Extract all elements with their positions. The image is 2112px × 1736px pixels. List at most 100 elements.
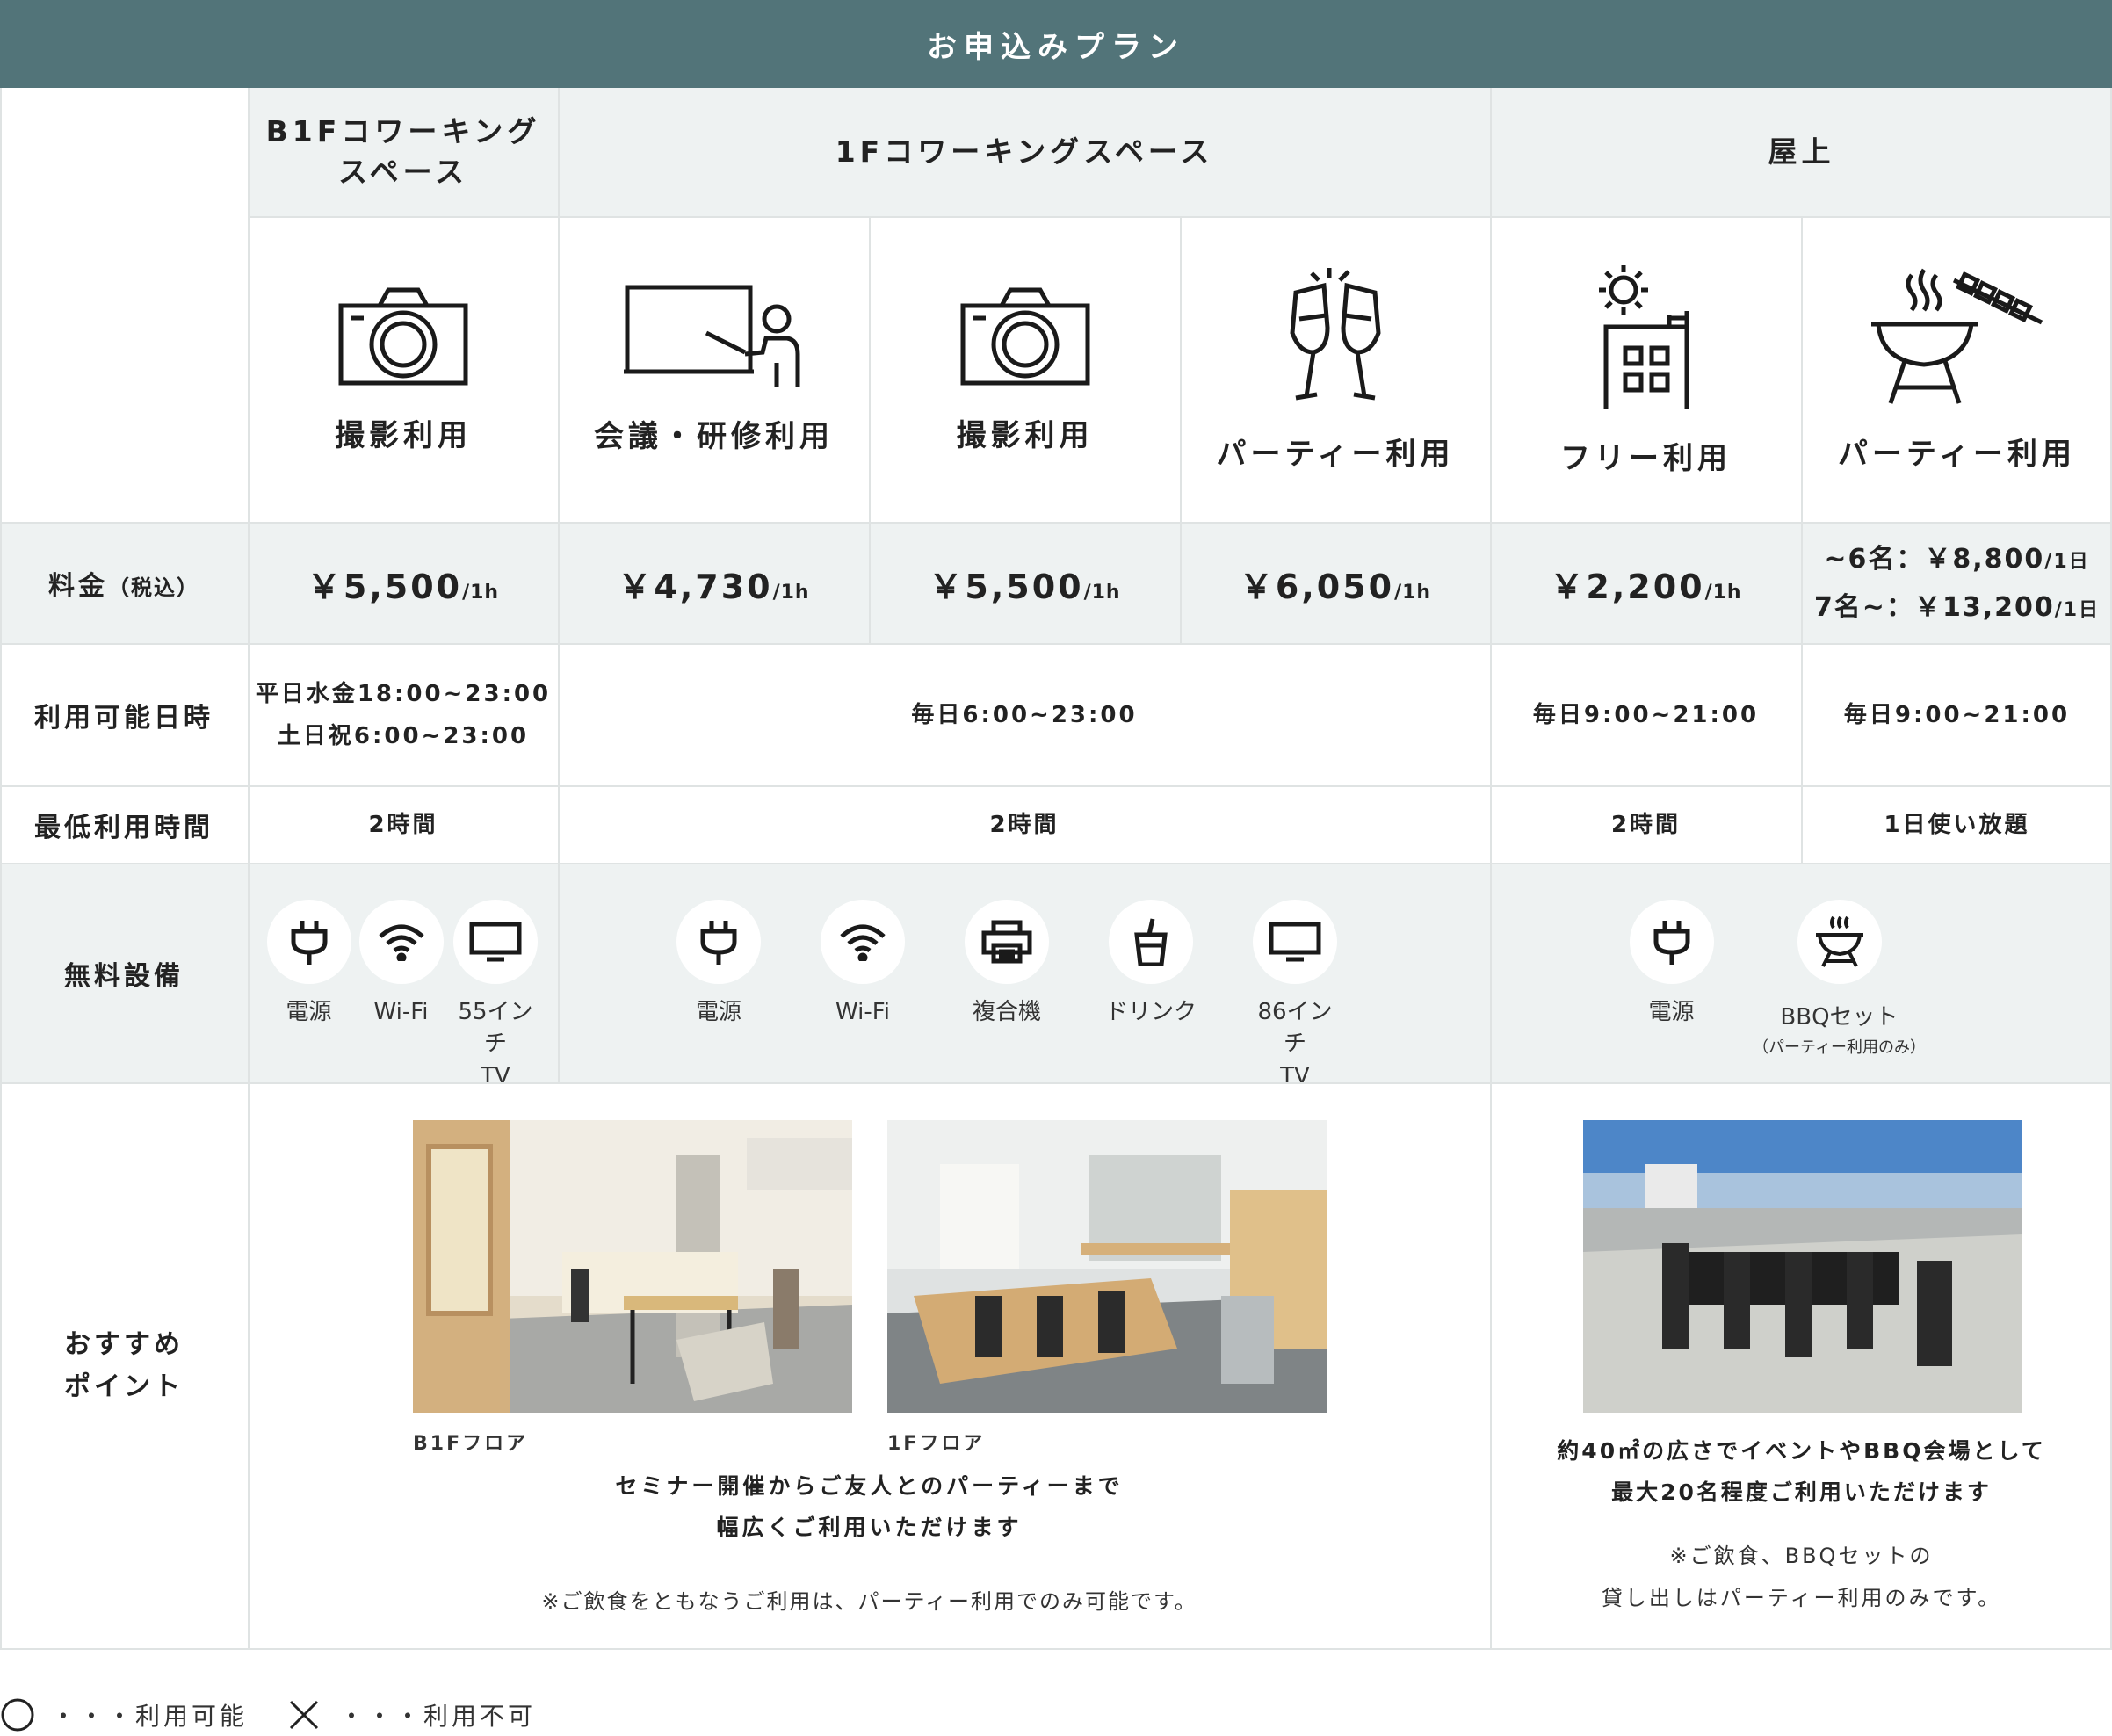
minimum-text: 2時間 — [1610, 811, 1682, 838]
equipment-label: 電源 — [1648, 999, 1695, 1025]
price-unit: /1h — [462, 581, 500, 604]
available-roof-free: 毎日9:00~21:00 — [1491, 645, 1801, 785]
tv-icon — [1269, 922, 1321, 962]
wifi-icon — [378, 924, 424, 961]
grid-line — [1180, 217, 1182, 643]
price-cell: ￥6,050/1h — [1181, 524, 1490, 643]
legend-available-text: ・・・利用可能 — [51, 1702, 249, 1731]
equipment-label: ドリンク — [1104, 999, 1197, 1025]
cross-icon — [289, 1700, 319, 1730]
equipment-label: 55インチ TV — [458, 999, 533, 1089]
area-header-b1f: B1Fコワーキング スペース — [249, 88, 558, 216]
equipment-label: 電源 — [695, 999, 741, 1025]
1f-floor-photo — [887, 1120, 1327, 1413]
roof-point-text-wrap: 約40㎡の広さでイベントやBBQ会場として 最大20名程度ご利用いただけます — [1491, 1438, 2112, 1506]
power-plug-icon — [1653, 921, 1689, 965]
legend-unavailable-text: ・・・利用不可 — [339, 1702, 537, 1731]
grid-line — [0, 643, 2112, 645]
plan-b1f-shoot: 撮影利用 — [249, 217, 558, 522]
plan-usage: パーティー利用 — [1838, 437, 2076, 472]
plan-roof-party: パーティー利用 — [1802, 217, 2112, 522]
available-1f: 毎日6:00~23:00 — [559, 645, 1490, 785]
row-label-available: 利用可能日時 — [0, 645, 248, 785]
price-value: ￥4,730 — [618, 567, 773, 606]
price-value: ￥5,500 — [307, 567, 463, 606]
equipment-item: 55インチ TV — [447, 900, 544, 1092]
price-tier-1: ~6名：￥8,800 — [1824, 543, 2045, 575]
price-value: ￥6,050 — [1239, 567, 1395, 606]
equipment-item: 電源 — [1624, 900, 1720, 1028]
minimum-roof-free: 2時間 — [1491, 787, 1801, 863]
equipment-b1f: 電源 Wi-Fi 55インチ TV — [249, 864, 558, 1089]
equipment-label: BBQセット — [1780, 1004, 1899, 1031]
price-unit: /1h — [1083, 581, 1121, 604]
price-unit: /1h — [1704, 581, 1742, 604]
camera-icon — [960, 287, 1089, 386]
cowork-note: ※ご飲食をともなうご利用は、パーティー利用でのみ可能です。 — [541, 1588, 1197, 1614]
area-name-b1f: B1Fコワーキング スペース — [265, 113, 541, 189]
area-name-roof: 屋上 — [1768, 134, 1835, 169]
plan-usage: フリー利用 — [1560, 441, 1732, 476]
plan-1f-meeting: 会議・研修利用 — [559, 217, 869, 522]
cowork-point-text-wrap: セミナー開催からご友人とのパーティーまで 幅広くご利用いただけます — [249, 1473, 1490, 1541]
plan-banner: お申込みプラン — [0, 0, 2112, 88]
power-plug-icon — [291, 921, 327, 965]
equipment-label: Wi-Fi — [835, 999, 891, 1025]
tv-icon — [469, 922, 522, 962]
equipment-item: BBQセット （パーティー利用のみ） — [1753, 900, 1926, 1058]
plan-1f-party: パーティー利用 — [1181, 217, 1490, 522]
grid-line — [1801, 217, 1803, 863]
price-unit: /1日 — [2054, 599, 2101, 621]
bbq-grill-icon — [1815, 915, 1863, 967]
plan-usage: パーティー利用 — [1216, 437, 1455, 472]
1f-photo-caption: 1Fフロア — [887, 1433, 986, 1455]
price-tier-2: 7名~：￥13,200 — [1813, 592, 2055, 623]
equipment-1f: 電源 Wi-Fi 複合機 ドリンク 86インチ TV — [559, 864, 1490, 1089]
price-value: ￥5,500 — [929, 567, 1084, 606]
banner-title: お申込みプラン — [927, 29, 1185, 65]
plan-usage: 撮影利用 — [956, 418, 1094, 453]
roof-note-wrap: ※ご飲食、BBQセットの 貸し出しはパーティー利用のみです。 — [1491, 1537, 2112, 1617]
circle-icon — [1, 1698, 34, 1732]
available-label: 利用可能日時 — [34, 703, 213, 734]
row-label-equipment: 無料設備 — [0, 864, 248, 1082]
legend-unavailable: ・・・利用不可 — [288, 1697, 536, 1732]
price-label: 料金 — [48, 571, 108, 602]
plan-usage: 撮影利用 — [335, 418, 472, 453]
available-text: 毎日6:00~23:00 — [911, 701, 1138, 728]
price-cell: ￥5,500/1h — [870, 524, 1180, 643]
grid-line — [0, 785, 2112, 787]
rooftop-building-icon — [1598, 265, 1689, 409]
printer-icon — [981, 920, 1032, 964]
price-unit: /1h — [1394, 581, 1432, 604]
grid-line — [0, 522, 2112, 524]
price-cell: ￥2,200/1h — [1491, 524, 1801, 643]
minimum-text: 2時間 — [368, 811, 438, 838]
price-cell: ￥4,730/1h — [559, 524, 869, 643]
row-label-minimum: 最低利用時間 — [0, 787, 248, 863]
price-unit: /1日 — [2044, 550, 2090, 573]
plan-usage: 会議・研修利用 — [594, 419, 834, 454]
area-header-roof: 屋上 — [1491, 88, 2112, 216]
bbq-grill-icon — [1870, 268, 2043, 404]
points-label: おすすめ ポイント — [64, 1329, 184, 1402]
equipment-item: ドリンク — [1103, 900, 1199, 1028]
minimum-label: 最低利用時間 — [34, 813, 213, 843]
equipment-item: 複合機 — [958, 900, 1055, 1028]
equipment-item: 電源 — [670, 900, 767, 1028]
drink-icon — [1134, 918, 1168, 966]
roof-note: ※ご飲食、BBQセットの 貸し出しはパーティー利用のみです。 — [1601, 1544, 2002, 1610]
equipment-label: Wi-Fi — [373, 999, 429, 1025]
minimum-text: 2時間 — [989, 811, 1060, 838]
grid-line — [0, 88, 2, 1649]
cowork-point-text: セミナー開催からご友人とのパーティーまで 幅広くご利用いただけます — [615, 1472, 1124, 1541]
available-text: 毎日9:00~21:00 — [1843, 701, 2071, 728]
rooftop-photo — [1583, 1120, 2022, 1413]
grid-line — [558, 864, 560, 1082]
roof-point-text: 約40㎡の広さでイベントやBBQ会場として 最大20名程度ご利用いただけます — [1557, 1437, 2046, 1506]
available-text: 毎日9:00~21:00 — [1532, 701, 1760, 728]
grid-line — [869, 217, 871, 643]
power-plug-icon — [700, 921, 737, 965]
price-value: ￥2,200 — [1550, 567, 1705, 606]
equipment-label: 電源 — [286, 999, 332, 1025]
